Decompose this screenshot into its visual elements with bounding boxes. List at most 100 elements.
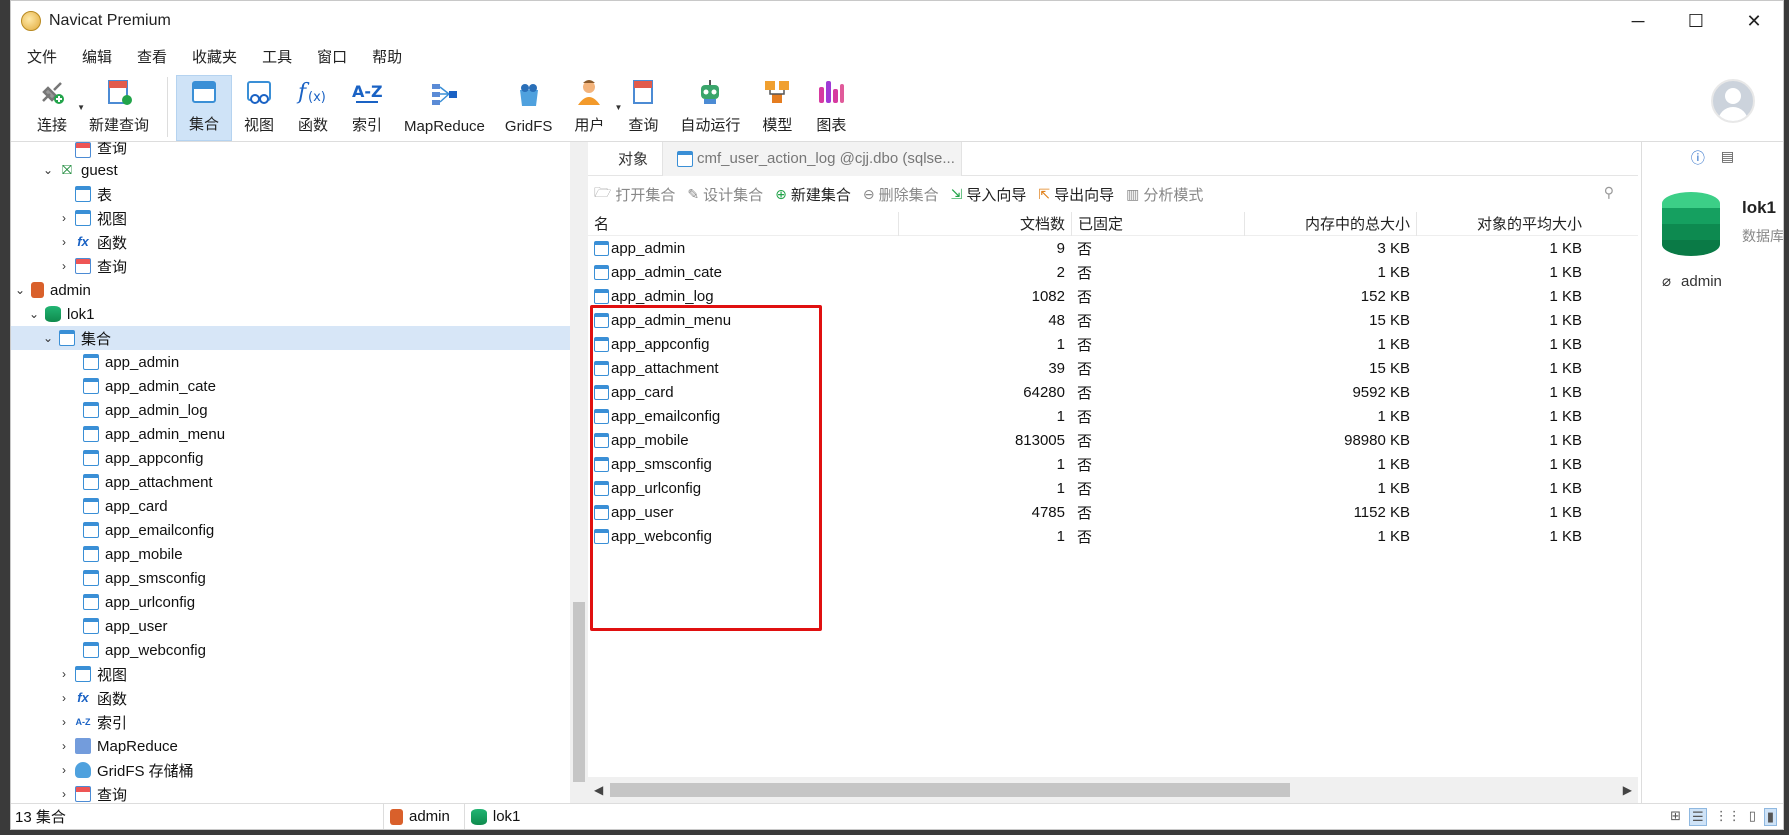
- tree-item-collection[interactable]: app_smsconfig: [11, 566, 570, 590]
- tree-item-guest-functions[interactable]: › fx 函数: [11, 230, 570, 254]
- tree-item-collection[interactable]: app_user: [11, 614, 570, 638]
- tree-item-collection[interactable]: app_webconfig: [11, 638, 570, 662]
- tree-scroll-thumb[interactable]: [573, 602, 585, 782]
- tree-item-collection[interactable]: app_attachment: [11, 470, 570, 494]
- list-view-icon[interactable]: ☰: [1689, 808, 1707, 826]
- table-row[interactable]: app_admin_log 1082 否 152 KB 1 KB: [588, 284, 1638, 308]
- panel-right-icon[interactable]: ▮: [1763, 808, 1777, 826]
- function-button[interactable]: f (x) 函数: [286, 75, 340, 141]
- collection-button[interactable]: 集合: [176, 75, 233, 141]
- gridfs-button[interactable]: GridFS: [495, 75, 563, 141]
- column-header-doc-count[interactable]: 文档数: [898, 212, 1071, 236]
- horizontal-scroll-thumb[interactable]: [610, 783, 1290, 797]
- scroll-right-icon[interactable]: ▶: [1623, 783, 1632, 797]
- tree-item-collection[interactable]: app_appconfig: [11, 446, 570, 470]
- column-header-capped[interactable]: 已固定: [1071, 212, 1244, 236]
- chevron-right-icon[interactable]: ›: [57, 715, 71, 729]
- ddl-icon[interactable]: ▤: [1721, 148, 1734, 168]
- menu-window[interactable]: 窗口: [307, 46, 362, 67]
- table-row[interactable]: app_card 64280 否 9592 KB 1 KB: [588, 380, 1638, 404]
- tree-item-collection[interactable]: app_admin: [11, 350, 570, 374]
- chart-button[interactable]: 图表: [804, 75, 858, 141]
- menu-tools[interactable]: 工具: [252, 46, 307, 67]
- open-collection-button[interactable]: 🗁 打开集合: [594, 182, 675, 206]
- tab-query[interactable]: cmf_user_action_log @cjj.dbo (sqlse...: [662, 141, 963, 176]
- view-button[interactable]: 视图: [232, 75, 286, 141]
- tree-item-guest[interactable]: ⌄ ⛝ guest: [11, 158, 570, 182]
- table-row[interactable]: app_user 4785 否 1152 KB 1 KB: [588, 500, 1638, 524]
- tree-item-collection[interactable]: app_urlconfig: [11, 590, 570, 614]
- table-row[interactable]: app_smsconfig 1 否 1 KB 1 KB: [588, 452, 1638, 476]
- tree-scrollbar[interactable]: [570, 142, 588, 803]
- chevron-right-icon[interactable]: ›: [57, 235, 71, 249]
- info-icon[interactable]: ⓘ: [1691, 148, 1705, 168]
- close-button[interactable]: ✕: [1725, 1, 1783, 41]
- detail-view-icon[interactable]: ⋮⋮: [1715, 808, 1741, 826]
- chevron-right-icon[interactable]: ›: [57, 763, 71, 777]
- column-header-name[interactable]: 名: [588, 212, 898, 236]
- user-button[interactable]: 用户 ▼: [562, 75, 622, 141]
- table-row[interactable]: app_appconfig 1 否 1 KB 1 KB: [588, 332, 1638, 356]
- tree-item-guest-views[interactable]: › 视图: [11, 206, 570, 230]
- mapreduce-button[interactable]: MapReduce: [394, 75, 495, 141]
- chevron-right-icon[interactable]: ›: [57, 691, 71, 705]
- tree-item-guest-tables[interactable]: 表: [11, 182, 570, 206]
- tree-item-mapreduce[interactable]: › MapReduce: [11, 734, 570, 758]
- menu-edit[interactable]: 编辑: [72, 46, 127, 67]
- search-icon[interactable]: ⚲: [1604, 184, 1614, 201]
- tree-item-collection[interactable]: app_emailconfig: [11, 518, 570, 542]
- chevron-down-icon[interactable]: ⌄: [13, 283, 27, 297]
- tree-item-queries[interactable]: › 查询: [11, 782, 570, 803]
- chevron-down-icon[interactable]: ⌄: [41, 331, 55, 345]
- maximize-button[interactable]: ☐: [1667, 1, 1725, 41]
- menu-view[interactable]: 查看: [127, 46, 182, 67]
- table-row[interactable]: app_admin_menu 48 否 15 KB 1 KB: [588, 308, 1638, 332]
- tree-item-indexes[interactable]: › A-Z 索引: [11, 710, 570, 734]
- tab-objects[interactable]: 对象: [588, 142, 662, 176]
- chevron-right-icon[interactable]: ›: [57, 211, 71, 225]
- table-row[interactable]: app_webconfig 1 否 1 KB 1 KB: [588, 524, 1638, 548]
- tree-item-collection[interactable]: app_admin_menu: [11, 422, 570, 446]
- table-row[interactable]: app_mobile 813005 否 98980 KB 1 KB: [588, 428, 1638, 452]
- tree-item-views[interactable]: › 视图: [11, 662, 570, 686]
- tree-item-gridfs[interactable]: › GridFS 存储桶: [11, 758, 570, 782]
- menu-file[interactable]: 文件: [17, 46, 72, 67]
- tree-item-admin[interactable]: ⌄ admin: [11, 278, 570, 302]
- menu-help[interactable]: 帮助: [362, 46, 417, 67]
- table-row[interactable]: app_admin_cate 2 否 1 KB 1 KB: [588, 260, 1638, 284]
- tree-item-collection[interactable]: app_admin_log: [11, 398, 570, 422]
- tree-item-collection[interactable]: app_card: [11, 494, 570, 518]
- tree-item-collection[interactable]: app_mobile: [11, 542, 570, 566]
- delete-collection-button[interactable]: ⊖ 删除集合: [863, 184, 939, 205]
- chevron-right-icon[interactable]: ›: [57, 667, 71, 681]
- index-button[interactable]: A-Z 索引: [340, 75, 394, 141]
- panel-left-icon[interactable]: ▯: [1749, 808, 1756, 826]
- chevron-right-icon[interactable]: ›: [57, 259, 71, 273]
- import-wizard-button[interactable]: ⇲ 导入向导: [951, 184, 1027, 205]
- new-collection-button[interactable]: ⊕ 新建集合: [775, 184, 851, 205]
- tree-item-collection[interactable]: app_admin_cate: [11, 374, 570, 398]
- tree-item-functions[interactable]: › fx 函数: [11, 686, 570, 710]
- chevron-right-icon[interactable]: ›: [57, 787, 71, 801]
- horizontal-scrollbar[interactable]: ◀ ▶: [588, 777, 1638, 803]
- menu-favorites[interactable]: 收藏夹: [182, 46, 252, 67]
- chevron-down-icon[interactable]: ⌄: [27, 307, 41, 321]
- table-row[interactable]: app_urlconfig 1 否 1 KB 1 KB: [588, 476, 1638, 500]
- design-collection-button[interactable]: ✎ 设计集合: [687, 184, 763, 205]
- tree-item-guest-queries[interactable]: › 查询: [11, 254, 570, 278]
- tree-item-collections[interactable]: ⌄ 集合: [11, 326, 570, 350]
- new-query-button[interactable]: 新建查询: [79, 75, 159, 141]
- column-header-total-size[interactable]: 内存中的总大小: [1244, 212, 1416, 236]
- scroll-left-icon[interactable]: ◀: [594, 783, 603, 797]
- query-button[interactable]: 查询: [616, 75, 670, 141]
- export-wizard-button[interactable]: ⇱ 导出向导: [1038, 184, 1114, 205]
- table-row[interactable]: app_admin 9 否 3 KB 1 KB: [588, 236, 1638, 260]
- model-button[interactable]: 模型: [750, 75, 804, 141]
- connect-button[interactable]: 连接 ▼: [25, 75, 85, 141]
- tree-item-query-partial[interactable]: 查询: [11, 142, 570, 158]
- table-row[interactable]: app_emailconfig 1 否 1 KB 1 KB: [588, 404, 1638, 428]
- grid-view-icon[interactable]: ⊞: [1670, 808, 1681, 826]
- analyze-button[interactable]: ▥ 分析模式: [1126, 184, 1203, 205]
- column-header-avg-size[interactable]: 对象的平均大小: [1416, 212, 1588, 236]
- minimize-button[interactable]: ─: [1609, 1, 1667, 41]
